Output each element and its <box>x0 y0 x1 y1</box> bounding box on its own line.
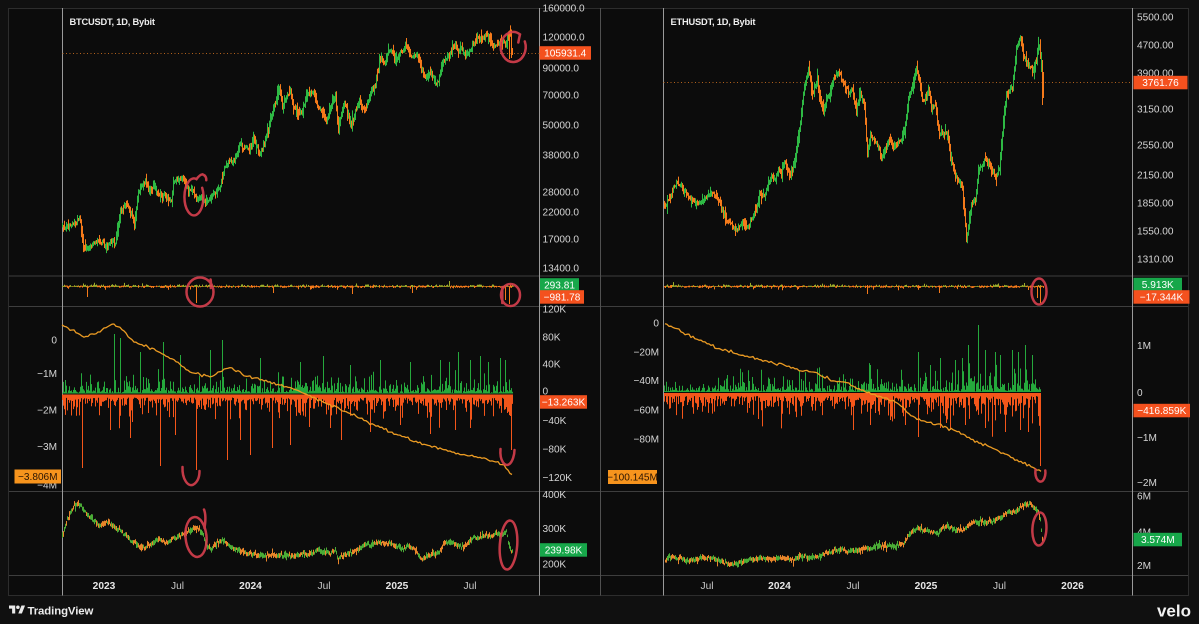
svg-text:−60M: −60M <box>633 406 659 417</box>
svg-text:40K: 40K <box>543 360 561 371</box>
svg-text:−80K: −80K <box>543 445 567 456</box>
svg-text:−120K: −120K <box>543 473 573 484</box>
svg-text:0: 0 <box>1137 388 1143 399</box>
svg-text:ETHUSDT, 1D, Bybit: ETHUSDT, 1D, Bybit <box>671 17 756 27</box>
svg-text:120000.0: 120000.0 <box>543 33 585 44</box>
svg-text:1550.00: 1550.00 <box>1137 227 1174 238</box>
svg-text:−416.859K: −416.859K <box>1137 406 1186 417</box>
svg-text:5.913K: 5.913K <box>1142 280 1174 291</box>
svg-text:2026: 2026 <box>1061 581 1084 592</box>
svg-text:38000.0: 38000.0 <box>543 151 580 162</box>
svg-text:2024: 2024 <box>768 581 791 592</box>
svg-text:2025: 2025 <box>915 581 938 592</box>
svg-text:Jul: Jul <box>317 581 330 592</box>
svg-text:−40M: −40M <box>633 376 659 387</box>
svg-text:0: 0 <box>51 336 57 347</box>
svg-text:1310.00: 1310.00 <box>1137 255 1174 266</box>
svg-text:50000.0: 50000.0 <box>543 121 580 132</box>
svg-text:160000.0: 160000.0 <box>543 4 585 15</box>
svg-text:−40K: −40K <box>543 416 567 427</box>
svg-text:2550.00: 2550.00 <box>1137 141 1174 152</box>
svg-text:90000.0: 90000.0 <box>543 64 580 75</box>
svg-text:6M: 6M <box>1137 492 1151 503</box>
svg-text:−3M: −3M <box>37 442 57 453</box>
svg-text:1850.00: 1850.00 <box>1137 199 1174 210</box>
svg-text:13400.0: 13400.0 <box>543 264 580 275</box>
svg-text:3761.76: 3761.76 <box>1142 78 1179 89</box>
svg-text:239.98K: 239.98K <box>545 546 583 557</box>
svg-text:Jul: Jul <box>700 581 713 592</box>
svg-text:120K: 120K <box>543 305 567 316</box>
svg-text:1M: 1M <box>1137 341 1151 352</box>
svg-text:BTCUSDT, 1D, Bybit: BTCUSDT, 1D, Bybit <box>70 17 155 27</box>
svg-text:2023: 2023 <box>93 581 116 592</box>
svg-text:22000.0: 22000.0 <box>543 208 580 219</box>
svg-text:300K: 300K <box>543 524 567 535</box>
svg-text:2150.00: 2150.00 <box>1137 171 1174 182</box>
svg-text:4700.00: 4700.00 <box>1137 41 1174 52</box>
svg-text:3150.00: 3150.00 <box>1137 105 1174 116</box>
svg-text:2025: 2025 <box>386 581 409 592</box>
svg-text:400K: 400K <box>543 490 567 501</box>
svg-text:−17.344K: −17.344K <box>1140 293 1184 304</box>
svg-text:17000.0: 17000.0 <box>543 235 580 246</box>
svg-text:Jul: Jul <box>171 581 184 592</box>
svg-text:−100.145M: −100.145M <box>607 473 658 484</box>
svg-text:80K: 80K <box>543 333 561 344</box>
svg-text:0: 0 <box>653 319 659 330</box>
svg-text:Jul: Jul <box>993 581 1006 592</box>
svg-text:105931.4: 105931.4 <box>544 49 586 60</box>
svg-text:−981.78: −981.78 <box>544 293 581 304</box>
svg-text:Jul: Jul <box>463 581 476 592</box>
svg-text:−2M: −2M <box>1137 478 1157 489</box>
svg-text:−1M: −1M <box>37 369 57 380</box>
svg-text:200K: 200K <box>543 560 567 571</box>
svg-text:293.81: 293.81 <box>544 281 575 292</box>
svg-text:−1M: −1M <box>1137 433 1157 444</box>
svg-text:−20M: −20M <box>633 348 659 359</box>
svg-text:−3.806M: −3.806M <box>18 472 58 483</box>
svg-text:2M: 2M <box>1137 561 1151 572</box>
svg-text:−2M: −2M <box>37 406 57 417</box>
svg-text:−80M: −80M <box>633 435 659 446</box>
svg-text:3.574M: 3.574M <box>1141 535 1175 546</box>
svg-text:2024: 2024 <box>239 581 262 592</box>
svg-text:Jul: Jul <box>846 581 859 592</box>
svg-text:70000.0: 70000.0 <box>543 91 580 102</box>
svg-text:TradingView: TradingView <box>28 606 94 618</box>
svg-text:5500.00: 5500.00 <box>1137 13 1174 24</box>
svg-text:28000.0: 28000.0 <box>543 188 580 199</box>
svg-text:velo: velo <box>1157 602 1191 621</box>
svg-text:−13.263K: −13.263K <box>542 398 586 409</box>
